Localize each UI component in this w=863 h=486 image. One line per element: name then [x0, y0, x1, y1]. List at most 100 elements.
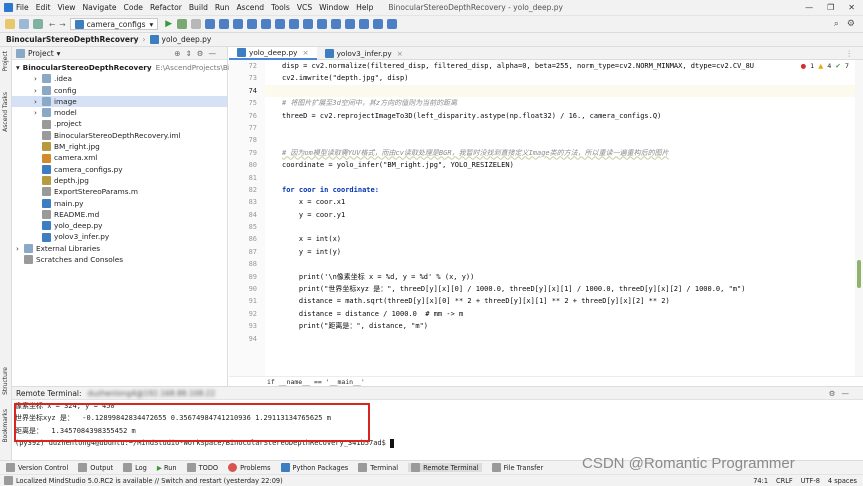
ascend-tool-3-icon[interactable] — [233, 19, 244, 29]
code-line-82[interactable]: for coor in coordinate: — [265, 184, 855, 196]
open-folder-icon[interactable] — [5, 19, 15, 29]
code-line-89[interactable]: print('\n像素坐标 x = %d, y = %d' % (x, y)) — [265, 271, 855, 283]
code-line-78[interactable] — [265, 134, 855, 146]
run-config-select[interactable]: camera_configs ▾ — [69, 18, 159, 30]
tree-item[interactable]: › .idea — [12, 73, 227, 84]
more-tabs-icon[interactable]: ⋮ — [846, 49, 854, 58]
menu-refactor[interactable]: Refactor — [150, 3, 182, 12]
code-line-72[interactable]: disp = cv2.normalize(filtered_disp, filt… — [265, 60, 855, 72]
ascend-tool-9-icon[interactable] — [317, 19, 328, 29]
code-line-92[interactable]: distance = distance / 1000.0 # mm -> m — [265, 308, 855, 320]
run-icon[interactable]: ▶ — [165, 19, 172, 29]
tree-item[interactable]: main.py — [12, 198, 227, 209]
tree-item[interactable]: BinocularStereoDepthRecovery.iml — [12, 130, 227, 141]
file-encoding[interactable]: UTF-8 — [801, 477, 820, 485]
bookmarks-tool-tab[interactable]: Bookmarks — [2, 409, 9, 443]
code-line-94[interactable] — [265, 333, 855, 345]
code-line-91[interactable]: distance = math.sqrt(threeD[y][x][0] ** … — [265, 295, 855, 307]
breadcrumb-project[interactable]: BinocularStereoDepthRecovery — [6, 35, 139, 44]
maximize-icon[interactable]: ❐ — [827, 3, 834, 12]
back-icon[interactable]: ← — [49, 20, 55, 29]
code-line-81[interactable] — [265, 172, 855, 184]
ascend-tool-1-icon[interactable] — [205, 19, 216, 29]
tab-yolov3-infer[interactable]: yolov3_infer.py × — [317, 47, 411, 60]
ascend-tool-8-icon[interactable] — [303, 19, 314, 29]
chevron-down-icon[interactable]: ▾ — [57, 49, 61, 58]
tool-file-transfer[interactable]: File Transfer — [491, 463, 543, 472]
code-line-84[interactable]: y = coor.y1 — [265, 209, 855, 221]
menu-build[interactable]: Build — [189, 3, 208, 12]
ascend-tool-12-icon[interactable] — [359, 19, 370, 29]
menu-navigate[interactable]: Navigate — [82, 3, 116, 12]
menu-tools[interactable]: Tools — [271, 3, 290, 12]
ascend-tool-5-icon[interactable] — [261, 19, 272, 29]
tool-python-packages[interactable]: Python Packages — [280, 463, 348, 472]
project-panel-title[interactable]: Project — [28, 49, 54, 58]
inspection-widget[interactable]: ● 1 ▲ 4 ✔ 7 — [800, 62, 849, 70]
code-line-88[interactable] — [265, 258, 855, 270]
code-line-80[interactable]: coordinate = yolo_infer("BM_right.jpg", … — [265, 159, 855, 171]
close-tab-icon[interactable]: × — [302, 46, 308, 59]
ascend-tool-4-icon[interactable] — [247, 19, 258, 29]
ascend-tool-10-icon[interactable] — [331, 19, 342, 29]
ascend-tool-7-icon[interactable] — [289, 19, 300, 29]
tree-item[interactable]: › config — [12, 85, 227, 96]
tree-item[interactable]: camera.xml — [12, 152, 227, 163]
structure-tool-tab[interactable]: Structure — [2, 367, 9, 395]
tool-terminal[interactable]: Terminal — [358, 463, 398, 472]
menu-run[interactable]: Run — [215, 3, 230, 12]
tree-item[interactable]: › image — [12, 95, 227, 108]
tree-item[interactable]: › External Libraries — [12, 243, 227, 254]
tab-yolo-deep[interactable]: yolo_deep.py × — [229, 46, 317, 60]
close-icon[interactable]: ✕ — [848, 3, 855, 12]
tree-item[interactable]: yolov3_infer.py — [12, 231, 227, 242]
menu-window[interactable]: Window — [319, 3, 349, 12]
menu-ascend[interactable]: Ascend — [236, 3, 264, 12]
tool-log[interactable]: Log — [123, 463, 147, 472]
tool-output[interactable]: Output — [78, 463, 113, 472]
chevron-right-icon[interactable]: › — [34, 73, 42, 84]
caret-position[interactable]: 74:1 — [753, 477, 768, 485]
menu-edit[interactable]: Edit — [36, 3, 51, 12]
menu-file[interactable]: File — [16, 3, 29, 12]
code-line-83[interactable]: x = coor.x1 — [265, 196, 855, 208]
tree-item[interactable]: depth.jpg — [12, 175, 227, 186]
tree-item[interactable]: › model — [12, 107, 227, 118]
tool-run[interactable]: ▶ Run — [157, 464, 177, 472]
close-tab-icon[interactable]: × — [397, 47, 403, 60]
tool-todo[interactable]: TODO — [186, 463, 218, 472]
tree-item[interactable]: .project — [12, 118, 227, 129]
tool-problems[interactable]: Problems — [228, 463, 271, 472]
code-editor[interactable]: disp = cv2.normalize(filtered_disp, filt… — [265, 60, 855, 376]
minimize-icon[interactable]: — — [805, 3, 813, 12]
ascend-tool-13-icon[interactable] — [373, 19, 384, 29]
tool-version-control[interactable]: Version Control — [6, 463, 68, 472]
project-tool-tab[interactable]: Project — [2, 51, 9, 72]
line-separator[interactable]: CRLF — [776, 477, 793, 485]
debug-icon[interactable] — [177, 19, 188, 29]
indent-setting[interactable]: 4 spaces — [828, 477, 857, 485]
menu-code[interactable]: Code — [124, 3, 143, 12]
ascend-tool-6-icon[interactable] — [275, 19, 286, 29]
code-line-74[interactable] — [265, 84, 855, 98]
forward-icon[interactable]: → — [59, 20, 65, 29]
code-line-85[interactable] — [265, 221, 855, 233]
menu-help[interactable]: Help — [356, 3, 373, 12]
tree-root[interactable]: ▾ BinocularStereoDepthRecovery E:\Ascend… — [12, 62, 230, 73]
code-line-86[interactable]: x = int(x) — [265, 233, 855, 245]
search-icon[interactable]: ⌕ — [834, 19, 839, 29]
tree-item[interactable]: README.md — [12, 209, 227, 220]
tree-item[interactable]: ExportStereoParams.m — [12, 186, 227, 197]
tree-item[interactable]: BM_right.jpg — [12, 141, 227, 152]
ascend-tool-2-icon[interactable] — [219, 19, 230, 29]
code-line-87[interactable]: y = int(y) — [265, 246, 855, 258]
menu-view[interactable]: View — [57, 3, 75, 12]
chevron-right-icon[interactable]: › — [34, 85, 42, 96]
ascend-tool-14-icon[interactable] — [387, 19, 398, 29]
ascend-tool-11-icon[interactable] — [345, 19, 356, 29]
sync-icon[interactable] — [33, 19, 43, 29]
status-message[interactable]: Localized MindStudio 5.0.RC2 is availabl… — [16, 477, 283, 485]
editor-scrollbar[interactable] — [855, 60, 863, 376]
settings-icon[interactable]: ⚙ — [847, 19, 855, 29]
chevron-right-icon[interactable]: › — [34, 96, 42, 107]
